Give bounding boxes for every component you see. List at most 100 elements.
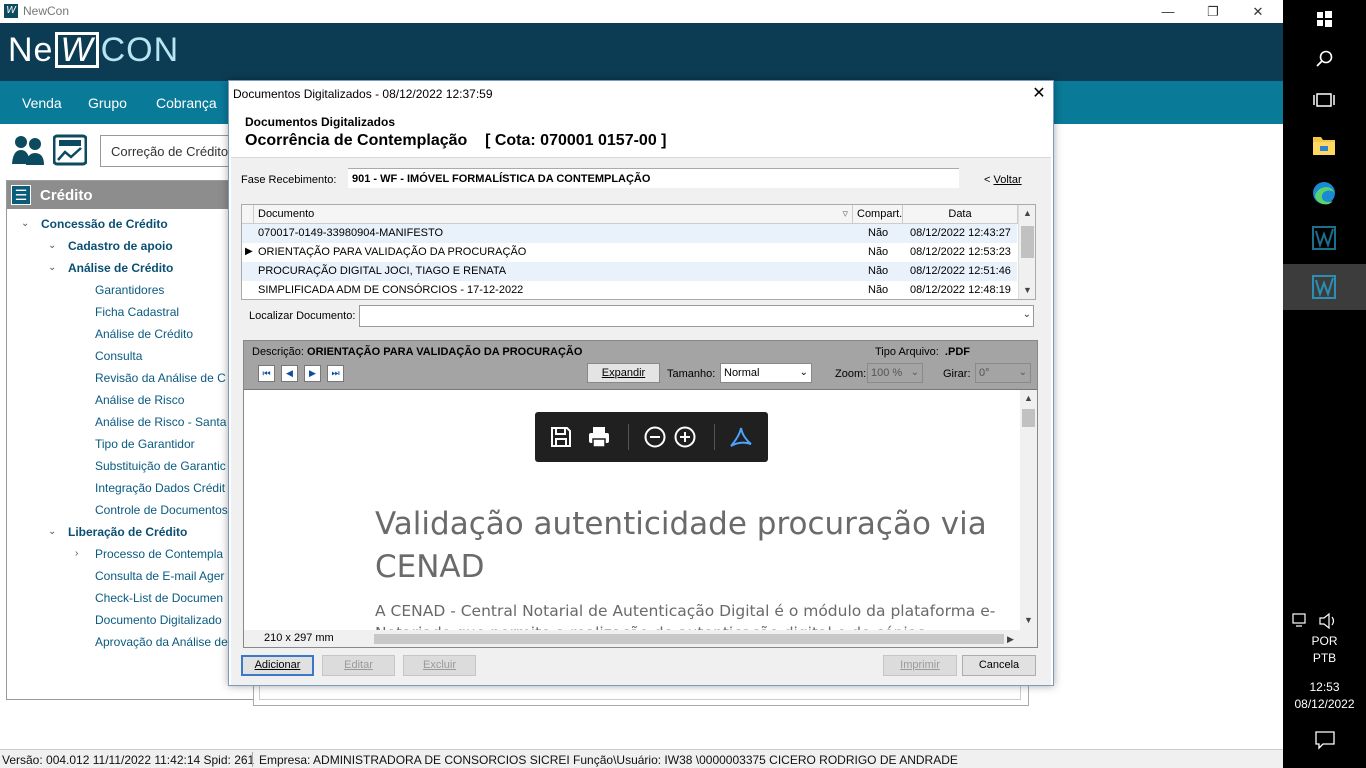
chevron-down-icon: ⌄ xyxy=(799,367,808,378)
tree-item[interactable]: Ficha Cadastral xyxy=(95,305,179,319)
tree-item[interactable]: Análise de Crédito xyxy=(68,261,173,275)
tree-item[interactable]: Controle de Documentos xyxy=(95,503,228,517)
volume-icon[interactable] xyxy=(1317,610,1341,632)
editar-button[interactable]: Editar xyxy=(322,655,395,676)
tree-item[interactable]: Consulta de E-mail Ager xyxy=(95,569,224,583)
windows-start-icon[interactable] xyxy=(1303,0,1345,38)
list-icon[interactable]: ☰ xyxy=(11,185,31,205)
dialog-title: Documentos Digitalizados - 08/12/2022 12… xyxy=(233,87,493,101)
last-page-button[interactable]: ⏭ xyxy=(327,365,344,382)
notifications-icon[interactable] xyxy=(1313,729,1337,751)
collapse-arrow-icon[interactable]: › xyxy=(75,548,78,559)
newcon-taskbar-icon[interactable] xyxy=(1303,219,1345,257)
pdf-document-title: Validação autenticidade procuração via C… xyxy=(375,503,1015,589)
girar-select[interactable]: 0° ⌄ xyxy=(975,363,1031,383)
minimize-button[interactable]: — xyxy=(1145,1,1191,22)
tree-item[interactable]: Check-List de Documen xyxy=(95,591,223,605)
newcon-active-taskbar-icon[interactable] xyxy=(1303,268,1345,306)
pdf-vertical-scrollbar[interactable]: ▲ ▼ xyxy=(1020,390,1037,630)
chevron-down-icon: ⌄ xyxy=(1018,367,1027,378)
cancela-button[interactable]: Cancela xyxy=(962,655,1036,676)
row-selector-icon: ▶ xyxy=(245,246,253,257)
input-language[interactable]: POR xyxy=(1283,634,1366,648)
table-row[interactable]: SIMPLIFICADA ADM DE CONSÓRCIOS - 17-12-2… xyxy=(242,281,1017,300)
next-page-button[interactable]: ▶ xyxy=(304,365,321,382)
menu-item-grupo[interactable]: Grupo xyxy=(88,95,127,111)
status-empresa: Empresa: ADMINISTRADORA DE CONSORCIOS SI… xyxy=(259,753,958,767)
grid-scroll-thumb[interactable] xyxy=(1021,226,1034,258)
pdf-hscroll-thumb[interactable] xyxy=(374,634,1004,644)
expand-arrow-icon[interactable]: ⌄ xyxy=(48,526,56,537)
tree-item[interactable]: Processo de Contempla xyxy=(95,547,223,561)
clock-date[interactable]: 08/12/2022 xyxy=(1283,697,1366,711)
tree-item[interactable]: Substituição de Garantic xyxy=(95,459,226,473)
keyboard-layout[interactable]: PTB xyxy=(1283,651,1366,665)
edge-browser-icon[interactable] xyxy=(1303,174,1345,212)
status-bar: Versão: 004.012 11/11/2022 11:42:14 Spid… xyxy=(0,749,1283,768)
expandir-button[interactable]: Expandir xyxy=(587,363,660,383)
scroll-right-arrow-icon[interactable]: ▶ xyxy=(1002,631,1019,647)
table-row[interactable]: PROCURAÇÃO DIGITAL JOCI, TIAGO E RENATA N… xyxy=(242,262,1017,281)
previous-page-button[interactable]: ◀ xyxy=(281,365,298,382)
voltar-link[interactable]: < Voltar xyxy=(984,174,1022,186)
scroll-down-arrow-icon[interactable]: ▼ xyxy=(1019,282,1036,299)
adicionar-button[interactable]: Adicionar xyxy=(241,655,314,676)
acrobat-icon[interactable] xyxy=(728,424,754,450)
zoom-out-icon[interactable] xyxy=(642,424,668,450)
tree-item[interactable]: Análise de Crédito xyxy=(95,327,193,341)
restore-button[interactable]: ❐ xyxy=(1190,1,1236,22)
scroll-down-arrow-icon[interactable]: ▼ xyxy=(1020,612,1037,629)
tree-item[interactable]: Análise de Risco - Santa xyxy=(95,415,226,429)
grid-header-data[interactable]: Data xyxy=(903,205,1018,224)
scroll-up-arrow-icon[interactable]: ▲ xyxy=(1020,390,1037,407)
menu-item-venda[interactable]: Venda xyxy=(22,95,62,111)
pdf-horizontal-scrollbar[interactable]: 210 x 297 mm ▶ xyxy=(244,630,1037,647)
pdf-pane[interactable]: Validação autenticidade procuração via C… xyxy=(244,389,1037,647)
clock-time[interactable]: 12:53 xyxy=(1283,680,1366,694)
localizar-label: Localizar Documento: xyxy=(249,310,356,322)
tree-item[interactable]: Liberação de Crédito xyxy=(68,525,187,539)
tree-item[interactable]: Documento Digitalizado xyxy=(95,613,222,627)
zoom-select[interactable]: 100 % ⌄ xyxy=(867,363,923,383)
document-viewer: Descrição: ORIENTAÇÃO PARA VALIDAÇÃO DA … xyxy=(243,340,1038,648)
tree-item[interactable]: Concessão de Crédito xyxy=(41,217,168,231)
tree-item[interactable]: Análise de Risco xyxy=(95,393,184,407)
tree-item[interactable]: Cadastro de apoio xyxy=(68,239,173,253)
tree-item[interactable]: Consulta xyxy=(95,349,142,363)
expand-arrow-icon[interactable]: ⌄ xyxy=(48,240,56,251)
descricao: Descrição: ORIENTAÇÃO PARA VALIDAÇÃO DA … xyxy=(252,346,582,358)
users-icon[interactable] xyxy=(11,134,45,166)
tree-item[interactable]: Revisão da Análise de C xyxy=(95,371,226,385)
grid-header-documento[interactable]: Documento ▿ xyxy=(254,205,853,224)
search-icon[interactable] xyxy=(1303,41,1345,79)
menu-item-cobranca[interactable]: Cobrança xyxy=(156,95,217,111)
tamanho-select[interactable]: Normal ⌄ xyxy=(720,363,812,383)
file-explorer-icon[interactable] xyxy=(1303,126,1345,164)
task-view-icon[interactable] xyxy=(1303,81,1345,119)
chevron-down-icon[interactable]: ⌄ xyxy=(1023,309,1031,320)
close-button[interactable]: ✕ xyxy=(1235,1,1281,22)
tree-item[interactable]: Garantidores xyxy=(95,283,164,297)
imprimir-button[interactable]: Imprimir xyxy=(883,655,957,676)
table-row[interactable]: ▶ ORIENTAÇÃO PARA VALIDAÇÃO DA PROCURAÇÃO… xyxy=(242,243,1017,262)
save-icon[interactable] xyxy=(548,424,574,450)
zoom-in-icon[interactable] xyxy=(672,424,698,450)
calculator-chart-icon[interactable] xyxy=(53,134,87,166)
expand-arrow-icon[interactable]: ⌄ xyxy=(21,218,29,229)
table-row[interactable]: 070017-0149-33980904-MANIFESTO Não 08/12/2… xyxy=(242,224,1017,243)
localizar-documento-combo[interactable]: ⌄ xyxy=(359,305,1034,327)
grid-scrollbar[interactable]: ▲ ▼ xyxy=(1018,205,1035,299)
expand-arrow-icon[interactable]: ⌄ xyxy=(48,262,56,273)
scroll-up-arrow-icon[interactable]: ▲ xyxy=(1019,205,1036,222)
filter-icon[interactable]: ▿ xyxy=(842,207,848,220)
excluir-button[interactable]: Excluir xyxy=(403,655,476,676)
tree-item[interactable]: Integração Dados Crédit xyxy=(95,481,225,495)
print-icon[interactable] xyxy=(586,424,612,450)
dialog-close-button[interactable]: ✕ xyxy=(1027,83,1051,105)
first-page-button[interactable]: ⏮ xyxy=(258,365,275,382)
pdf-title-line-2: CENAD xyxy=(375,549,485,585)
tree-item[interactable]: Tipo de Garantidor xyxy=(95,437,195,451)
pdf-scroll-thumb[interactable] xyxy=(1022,409,1035,427)
grid-header-compart[interactable]: Compart. xyxy=(853,205,903,224)
tree-item[interactable]: Aprovação da Análise de xyxy=(95,635,228,649)
